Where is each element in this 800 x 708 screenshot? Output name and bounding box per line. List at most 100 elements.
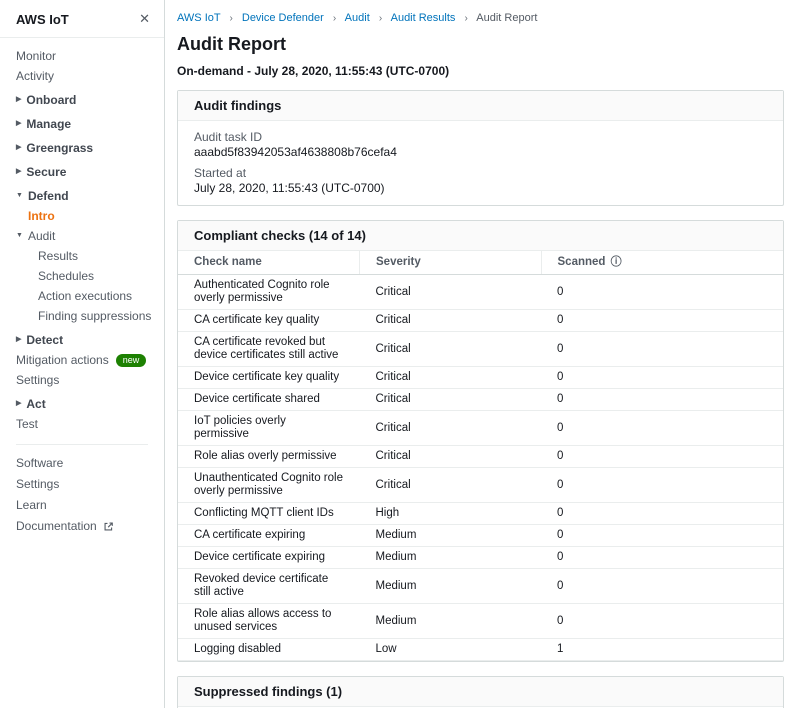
severity-cell: Critical (360, 411, 542, 446)
sidebar-item[interactable]: ▼ Defend (0, 186, 164, 206)
started-at-value: July 28, 2020, 11:55:43 (UTC-0700) (194, 181, 767, 195)
sidebar-item-software[interactable]: Software (0, 453, 164, 474)
sidebar-item[interactable]: Results (0, 246, 164, 266)
chevron-icon: ▶ (16, 117, 21, 131)
sidebar-item-label: Detect (26, 333, 63, 347)
check-name-cell: CA certificate expiring (178, 525, 360, 547)
scanned-cell: 0 (541, 310, 783, 332)
table-row: Revoked device certificate still active … (178, 569, 783, 604)
severity-cell: Medium (360, 604, 542, 639)
check-name-cell: Role alias overly permissive (178, 446, 360, 468)
sidebar-item[interactable]: ▶ Detect (0, 330, 164, 350)
sidebar-item[interactable]: ▶ Secure (0, 162, 164, 182)
severity-cell: Critical (360, 332, 542, 367)
compliant-checks-header: Compliant checks (14 of 14) (178, 221, 783, 251)
chevron-icon: ▶ (16, 141, 21, 155)
severity-cell: Critical (360, 275, 542, 310)
report-subtitle: On-demand - July 28, 2020, 11:55:43 (UTC… (177, 64, 784, 78)
suppressed-findings-card: Suppressed findings (1) ‹ 1 › Check name… (177, 676, 784, 708)
close-icon[interactable]: ✕ (139, 11, 150, 27)
sidebar-item[interactable]: Finding suppressions (0, 306, 164, 326)
severity-cell: Medium (360, 547, 542, 569)
check-name-cell: Device certificate key quality (178, 367, 360, 389)
sidebar-item-label: Software (16, 456, 63, 471)
sidebar-item-label: Results (38, 249, 78, 263)
page-title: Audit Report (177, 34, 784, 55)
sidebar-title: AWS IoT (16, 12, 69, 27)
sidebar-item-label: Act (26, 397, 45, 411)
table-row: Role alias overly permissive Critical 0 (178, 446, 783, 468)
sidebar-item[interactable]: ▼ Audit (0, 226, 164, 246)
sidebar-item[interactable]: Schedules (0, 266, 164, 286)
new-badge: new (116, 354, 147, 367)
sidebar-item-documentation[interactable]: Documentation (0, 516, 164, 537)
breadcrumb-separator-icon: › (229, 13, 232, 24)
sidebar-item[interactable]: Monitor (0, 46, 164, 66)
breadcrumb-link[interactable]: AWS IoT (177, 12, 220, 24)
breadcrumb-segment: Audit › (345, 12, 391, 24)
breadcrumb-separator-icon: › (379, 13, 382, 24)
sidebar-item[interactable]: Action executions (0, 286, 164, 306)
breadcrumb-link[interactable]: Audit (345, 12, 370, 24)
table-row: Role alias allows access to unused servi… (178, 604, 783, 639)
sidebar-nav: Monitor Activity ▶ Onboard ▶ Manage (0, 38, 164, 434)
scanned-cell: 0 (541, 604, 783, 639)
suppressed-findings-header: Suppressed findings (1) (178, 677, 783, 707)
sidebar-item[interactable]: Mitigation actions new (0, 350, 164, 370)
breadcrumb-link[interactable]: Device Defender (242, 12, 324, 24)
table-row: CA certificate revoked but device certif… (178, 332, 783, 367)
card-title: Audit findings (194, 98, 281, 113)
chevron-icon: ▶ (16, 333, 21, 347)
severity-cell: Medium (360, 569, 542, 604)
check-name-cell: CA certificate revoked but device certif… (178, 332, 360, 367)
scanned-cell: 1 (541, 639, 783, 661)
audit-findings-card: Audit findings Audit task ID aaabd5f8394… (177, 90, 784, 206)
sidebar-item-label: Onboard (26, 93, 76, 107)
severity-cell: Critical (360, 468, 542, 503)
sidebar-item-label: Secure (26, 165, 66, 179)
sidebar-header: AWS IoT ✕ (0, 0, 164, 38)
breadcrumb-separator-icon: › (464, 13, 467, 24)
sidebar-item-label: Audit (28, 229, 55, 243)
table-row: Unauthenticated Cognito role overly perm… (178, 468, 783, 503)
chevron-icon: ▼ (16, 189, 23, 203)
check-name-cell: Device certificate expiring (178, 547, 360, 569)
sidebar-item[interactable]: Activity (0, 66, 164, 86)
sidebar-item[interactable]: ▶ Onboard (0, 90, 164, 110)
sidebar-item-label: Monitor (16, 49, 56, 63)
breadcrumb-segment: Audit Results › (391, 12, 477, 24)
sidebar-item[interactable]: ▶ Act (0, 394, 164, 414)
sidebar-item-learn[interactable]: Learn (0, 495, 164, 516)
info-icon[interactable]: ⓘ (611, 256, 622, 268)
column-scanned-label: Scanned (558, 256, 606, 268)
breadcrumb-segment: AWS IoT › (177, 12, 242, 24)
task-id-value: aaabd5f83942053af4638808b76cefa4 (194, 145, 767, 159)
scanned-cell: 0 (541, 446, 783, 468)
sidebar-item[interactable]: Test (0, 414, 164, 434)
external-link-icon (103, 521, 114, 532)
sidebar-item[interactable]: ▶ Manage (0, 114, 164, 134)
table-row: CA certificate key quality Critical 0 (178, 310, 783, 332)
sidebar-item[interactable]: Settings (0, 370, 164, 390)
sidebar: AWS IoT ✕ Monitor Activity ▶ Onboard (0, 0, 165, 708)
sidebar-item[interactable]: Intro (0, 206, 164, 226)
audit-findings-body: Audit task ID aaabd5f83942053af4638808b7… (178, 121, 783, 205)
chevron-icon: ▼ (16, 229, 23, 243)
breadcrumb-segment: Device Defender › (242, 12, 345, 24)
sidebar-item-label: Documentation (16, 519, 97, 534)
check-name-cell: CA certificate key quality (178, 310, 360, 332)
severity-cell: Low (360, 639, 542, 661)
sidebar-item[interactable]: ▶ Greengrass (0, 138, 164, 158)
check-name-cell: IoT policies overly permissive (178, 411, 360, 446)
sidebar-item-label: Action executions (38, 289, 132, 303)
table-row: Device certificate key quality Critical … (178, 367, 783, 389)
table-row: Authenticated Cognito role overly permis… (178, 275, 783, 310)
table-row: CA certificate expiring Medium 0 (178, 525, 783, 547)
chevron-icon: ▶ (16, 397, 21, 411)
audit-findings-header: Audit findings (178, 91, 783, 121)
scanned-cell: 0 (541, 468, 783, 503)
breadcrumb-link[interactable]: Audit Results (391, 12, 456, 24)
compliant-checks-card: Compliant checks (14 of 14) Check name S… (177, 220, 784, 662)
sidebar-item-settings-footer[interactable]: Settings (0, 474, 164, 495)
check-name-cell: Revoked device certificate still active (178, 569, 360, 604)
